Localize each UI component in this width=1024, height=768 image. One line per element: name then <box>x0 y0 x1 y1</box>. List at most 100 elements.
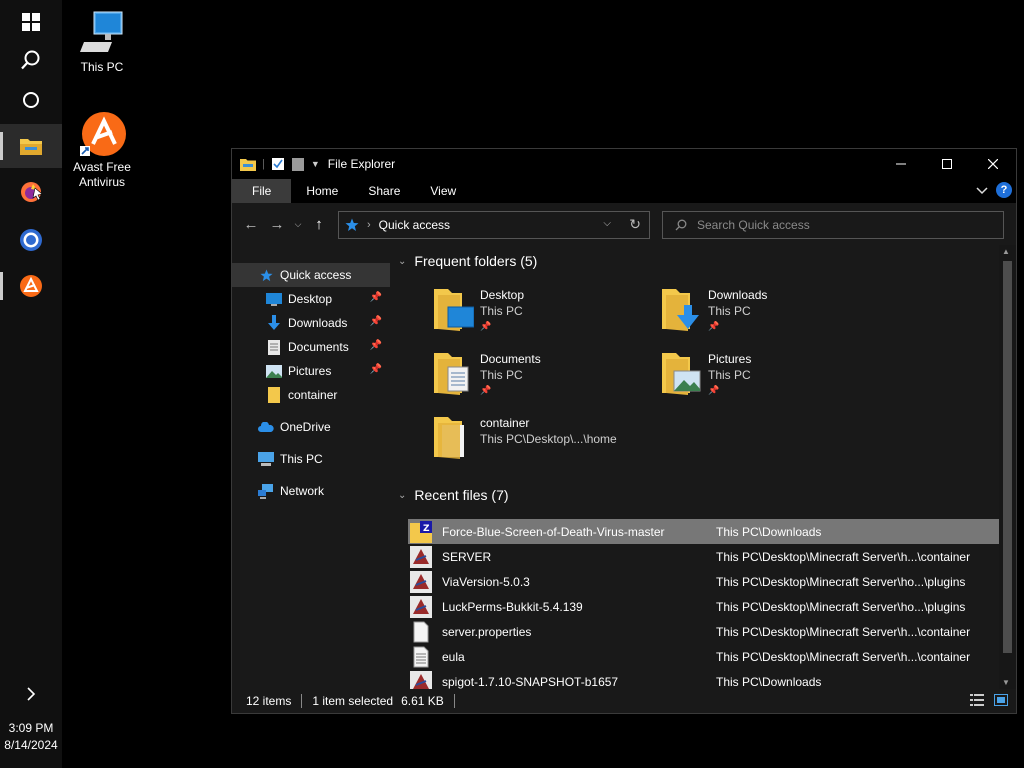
pin-icon: 📌 <box>369 292 382 303</box>
close-button[interactable] <box>970 149 1016 179</box>
nav-item-label: This PC <box>280 452 323 466</box>
nav-item-network[interactable]: Network <box>232 479 390 503</box>
nav-item-documents[interactable]: Documents 📌 <box>232 335 390 359</box>
collapse-chevron-icon: ⌄ <box>398 489 407 501</box>
item-count: 12 items <box>246 694 292 708</box>
breadcrumb-quick-access[interactable]: Quick access <box>379 218 450 232</box>
chevron-right-icon <box>27 687 36 701</box>
search-button[interactable] <box>0 38 62 82</box>
recent-file-row[interactable]: ViaVersion-5.0.3 This PC\Desktop\Minecra… <box>408 569 1000 594</box>
recent-file-row[interactable]: SERVER This PC\Desktop\Minecraft Server\… <box>408 544 1000 569</box>
folder-path: This PC <box>480 368 523 382</box>
scrollbar-thumb[interactable] <box>1003 261 1012 653</box>
clock-time: 3:09 PM <box>8 721 54 735</box>
maximize-button[interactable] <box>924 149 970 179</box>
nav-item-downloads[interactable]: Downloads 📌 <box>232 311 390 335</box>
pin-icon: 📌 <box>369 364 382 375</box>
title-bar[interactable]: | ▼ File Explorer <box>232 149 1016 179</box>
recent-file-row[interactable]: LuckPerms-Bukkit-5.4.139 This PC\Desktop… <box>408 594 1000 619</box>
recent-file-name: server.properties <box>442 624 532 639</box>
recent-locations-chevron-icon[interactable]: ⌵ <box>292 213 304 235</box>
frequent-folder-desktop[interactable]: Desktop This PC 📌 <box>434 287 654 343</box>
nav-item-desktop[interactable]: Desktop 📌 <box>232 287 390 311</box>
minimize-button[interactable] <box>878 149 924 179</box>
taskbar-firefox[interactable] <box>0 170 62 214</box>
back-arrow-icon[interactable]: ← <box>240 213 262 235</box>
nav-item-this-pc[interactable]: This PC <box>232 447 390 471</box>
folder-name: container <box>480 416 530 430</box>
window-title: File Explorer <box>327 157 396 171</box>
details-view-icon[interactable] <box>970 694 984 706</box>
nav-item-container[interactable]: container <box>232 383 390 407</box>
address-bar[interactable]: › Quick access ⌵ ↻ <box>338 211 650 239</box>
recent-files-header[interactable]: ⌄ Recent files (7) <box>398 487 509 503</box>
properties-icon[interactable] <box>271 157 285 171</box>
nav-item-label: container <box>288 388 338 402</box>
scroll-down-icon[interactable]: ▼ <box>1002 678 1010 687</box>
blank-file-icon <box>413 621 429 642</box>
search-icon <box>675 219 687 231</box>
nav-item-label: Network <box>280 484 325 498</box>
clock-date: 8/14/2024 <box>4 738 58 752</box>
help-button[interactable]: ? <box>996 182 1012 198</box>
nav-item-label: Downloads <box>288 316 348 330</box>
expand-ribbon-chevron-icon[interactable] <box>976 184 988 196</box>
recent-file-row[interactable]: eula This PC\Desktop\Minecraft Server\h.… <box>408 644 1000 669</box>
refresh-icon[interactable]: ↻ <box>629 216 641 233</box>
frequent-folder-downloads[interactable]: Downloads This PC 📌 <box>662 287 882 343</box>
address-dropdown-chevron-icon[interactable]: ⌵ <box>603 218 611 229</box>
tab-file[interactable]: File <box>232 179 292 203</box>
recent-file-row[interactable]: server.properties This PC\Desktop\Minecr… <box>408 619 1000 644</box>
pictures-icon <box>266 364 282 378</box>
pin-icon: 📌 <box>480 321 492 331</box>
scroll-up-icon[interactable]: ▲ <box>1002 247 1010 256</box>
tab-share[interactable]: Share <box>353 179 415 203</box>
clock[interactable]: 3:09 PM 8/14/2024 <box>0 720 62 754</box>
desktop-icon-avast[interactable]: Avast Free Antivirus <box>62 110 142 190</box>
desktop-icon-this-pc[interactable]: This PC <box>62 10 142 75</box>
recent-file-path: This PC\Desktop\Minecraft Server\ho...\p… <box>716 599 966 614</box>
document-icon <box>268 339 280 355</box>
selection-size: 6.61 KB <box>401 694 444 708</box>
java-file-icon <box>410 670 432 689</box>
pin-icon: 📌 <box>369 340 382 351</box>
breadcrumb-separator-icon: › <box>367 219 371 231</box>
cloud-icon <box>258 422 274 432</box>
vertical-scrollbar[interactable]: ▲ ▼ <box>999 245 1016 689</box>
search-input[interactable] <box>697 218 997 232</box>
nav-item-quick-access[interactable]: Quick access <box>232 263 390 287</box>
folder-name: Pictures <box>708 352 752 366</box>
taskbar-file-explorer[interactable] <box>0 124 62 168</box>
tab-view[interactable]: View <box>415 179 471 203</box>
taskbar-avast[interactable] <box>0 264 62 308</box>
recent-file-name: SERVER <box>442 549 492 564</box>
customize-toolbar-chevron-icon[interactable]: ▼ <box>311 159 320 169</box>
large-icons-view-icon[interactable] <box>994 694 1008 706</box>
svg-text:Z: Z <box>423 524 430 534</box>
frequent-folder-documents[interactable]: Documents This PC 📌 <box>434 351 654 407</box>
tab-home[interactable]: Home <box>291 179 353 203</box>
search-box[interactable] <box>662 211 1004 239</box>
frequent-folder-container[interactable]: container This PC\Desktop\...\home <box>434 415 654 471</box>
pin-icon: 📌 <box>708 321 720 331</box>
quick-access-star-icon <box>345 218 359 231</box>
folder-icon <box>240 159 256 171</box>
nav-item-onedrive[interactable]: OneDrive <box>232 415 390 439</box>
frequent-folders-header[interactable]: ⌄ Frequent folders (5) <box>398 253 537 269</box>
recent-file-row[interactable]: Z Force-Blue-Screen-of-Death-Virus-maste… <box>408 519 1000 544</box>
forward-arrow-icon[interactable]: → <box>266 213 288 235</box>
desktop-icon-label: This PC <box>80 60 124 74</box>
show-more-chevron[interactable] <box>0 672 62 716</box>
up-arrow-icon[interactable]: ↑ <box>308 213 330 235</box>
frequent-folder-pictures[interactable]: Pictures This PC 📌 <box>662 351 882 407</box>
downloads-folder-icon <box>662 289 699 331</box>
new-folder-icon[interactable] <box>291 157 305 171</box>
folder-path: This PC <box>480 304 523 318</box>
task-view-button[interactable] <box>0 78 62 122</box>
nav-item-pictures[interactable]: Pictures 📌 <box>232 359 390 383</box>
folder-path: This PC <box>708 304 751 318</box>
nav-item-label: Pictures <box>288 364 332 378</box>
folder-icon <box>268 387 280 403</box>
taskbar-chrome[interactable] <box>0 218 62 262</box>
recent-file-row[interactable]: spigot-1.7.10-SNAPSHOT-b1657 This PC\Dow… <box>408 669 1000 689</box>
